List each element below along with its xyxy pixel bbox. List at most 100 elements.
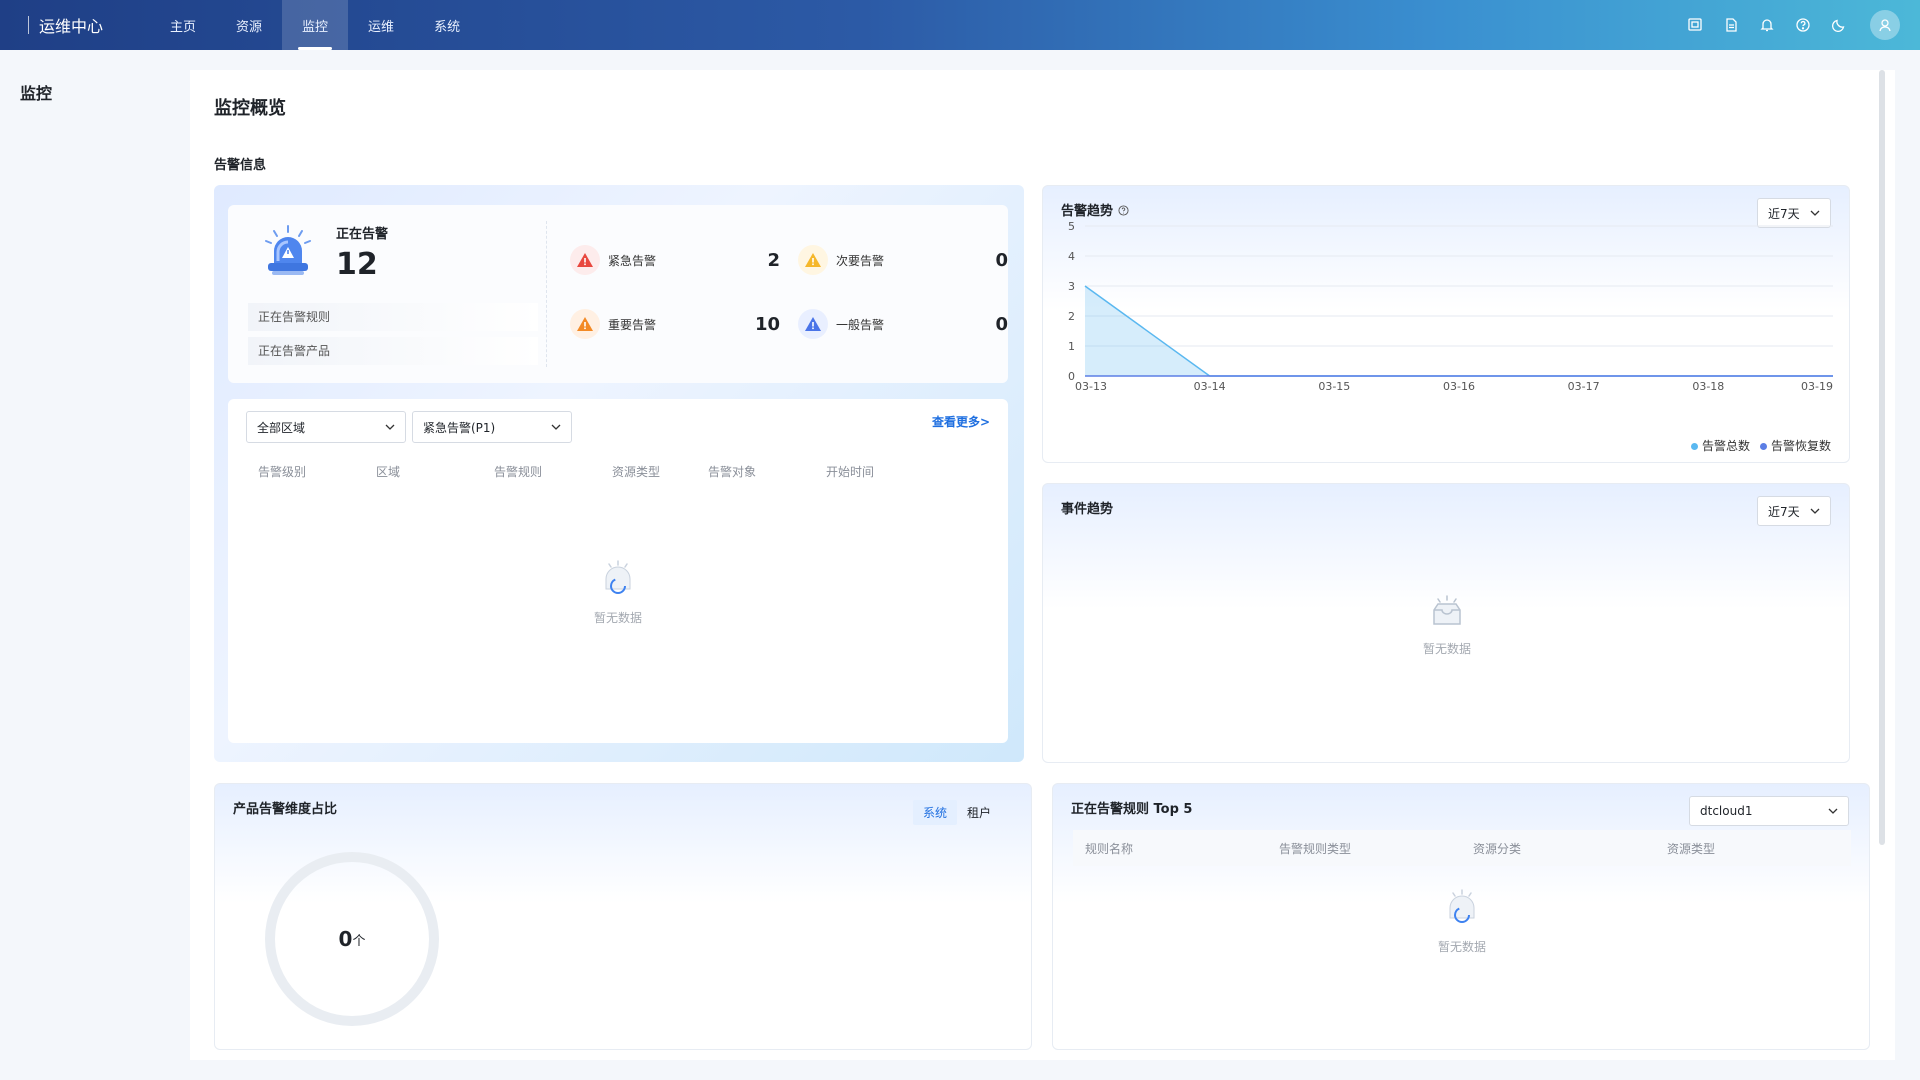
product-ratio-title: 产品告警维度占比 [233,802,338,817]
legend-label: 告警总数 [1701,439,1750,453]
empty-state: 暂无数据 [1412,888,1512,955]
product-tabs: 系统 租户 [912,800,1001,825]
tab-tenant[interactable]: 租户 [957,800,1001,825]
nav-item-resources[interactable]: 资源 [216,0,282,50]
column-header: 告警级别 [258,465,307,479]
legend-item-recovered[interactable]: 告警恢复数 [1759,437,1831,454]
nav-label: 主页 [170,19,197,35]
column-header: 资源类型 [612,465,661,479]
level-major[interactable]: 重要告警 10 [570,309,780,339]
active-alarm-label: 正在告警 [336,227,389,242]
empty-text: 暂无数据 [1422,642,1471,656]
help-icon[interactable] [1792,14,1814,36]
view-more-link[interactable]: 查看更多> [932,413,990,430]
alarm-overview-card: 正在告警 12 正在告警规则 正在告警产品 紧急告警 2 次要告警 0 重要告警… [214,185,1024,762]
top-bar: 运维中心 主页 资源 监控 运维 系统 [0,0,1920,50]
region-select[interactable]: 全部区域 [246,411,406,443]
y-tick-label: 3 [1068,280,1075,293]
level-name: 紧急告警 [608,253,657,268]
column-header: 告警规则 [494,465,543,479]
level-value: 0 [995,249,1008,271]
empty-text: 暂无数据 [593,611,642,625]
sidebar-title: 监控 [20,84,53,103]
scrollbar[interactable] [1879,70,1885,845]
user-avatar[interactable] [1870,10,1900,40]
alarm-list: 全部区域 紧急告警(P1) 查看更多> 告警级别 区域 告警规则 资源类型 告警… [228,399,1008,743]
moon-icon[interactable] [1828,14,1850,36]
x-tick-label: 03-13 [1075,380,1107,393]
series-area [1085,286,1833,376]
level-select[interactable]: 紧急告警(P1) [412,411,572,443]
donut-chart: 0个 [265,852,439,1026]
cluster-select[interactable]: dtcloud1 [1689,796,1849,826]
document-icon[interactable] [1720,14,1742,36]
chevron-down-icon [551,424,561,430]
nav-item-home[interactable]: 主页 [150,0,216,50]
active-products-link[interactable]: 正在告警产品 [248,337,538,365]
select-value: dtcloud1 [1700,804,1753,818]
x-tick-label: 03-15 [1318,380,1350,393]
level-name: 重要告警 [608,317,657,332]
screen-icon[interactable] [1684,14,1706,36]
level-name: 次要告警 [836,253,885,268]
nav-label: 运维 [368,19,395,35]
main-nav: 主页 资源 监控 运维 系统 [150,0,480,50]
empty-state: 暂无数据 [568,559,668,626]
user-icon [1879,19,1891,32]
y-tick-label: 5 [1068,220,1075,233]
empty-box-icon [1433,595,1461,625]
alarm-summary: 正在告警 12 正在告警规则 正在告警产品 紧急告警 2 次要告警 0 重要告警… [228,205,1008,383]
nav-label: 系统 [434,19,461,35]
y-tick-label: 4 [1068,250,1075,263]
column-header: 规则名称 [1085,842,1134,856]
nav-label: 资源 [236,19,263,35]
loading-icon [605,560,631,594]
active-rules-link[interactable]: 正在告警规则 [248,303,538,331]
nav-label: 监控 [302,19,329,35]
brand[interactable]: 运维中心 [28,0,103,50]
section-title-alarm-info: 告警信息 [214,158,267,173]
x-tick-label: 03-17 [1568,380,1600,393]
nav-item-monitor[interactable]: 监控 [282,0,349,50]
x-tick-label: 03-19 [1801,380,1833,393]
nav-item-ops[interactable]: 运维 [348,0,414,50]
empty-text: 暂无数据 [1437,940,1486,954]
event-trend-card: 事件趋势 近7天 暂无数据 [1042,483,1850,763]
chevron-down-icon [1828,808,1838,814]
level-critical[interactable]: 紧急告警 2 [570,245,780,275]
column-header: 区域 [376,465,401,479]
warning-triangle-icon [570,245,600,275]
legend-label: 告警恢复数 [1770,439,1831,453]
main-panel: 监控概览 告警信息 正在告警 12 正在告警规则 正在告警产品 紧急告警 2 次… [190,70,1895,1060]
level-value: 10 [754,313,780,335]
level-normal[interactable]: 一般告警 0 [798,309,1008,339]
table-header: 规则名称 告警规则类型 资源分类 资源类型 [1073,830,1851,866]
column-header: 资源分类 [1473,842,1522,856]
column-header: 开始时间 [826,465,875,479]
bell-icon[interactable] [1756,14,1778,36]
empty-state: 暂无数据 [1397,594,1497,657]
event-trend-title: 事件趋势 [1061,502,1114,517]
column-header: 告警对象 [708,465,757,479]
level-value: 2 [767,249,780,271]
nav-item-system[interactable]: 系统 [414,0,480,50]
product-ratio-card: 产品告警维度占比 系统 租户 0个 [214,783,1032,1050]
top5-rules-card: 正在告警规则 Top 5 dtcloud1 规则名称 告警规则类型 资源分类 资… [1052,783,1870,1050]
top5-title: 正在告警规则 Top 5 [1071,802,1193,817]
event-period-select[interactable]: 近7天 [1757,496,1831,526]
legend-item-total[interactable]: 告警总数 [1690,437,1750,454]
y-tick-label: 0 [1068,370,1075,383]
loading-icon [1449,889,1475,923]
tab-system[interactable]: 系统 [912,800,957,825]
chevron-down-icon [385,424,395,430]
chart-legend: 告警总数 告警恢复数 [1690,437,1831,454]
siren-icon [265,225,311,275]
level-minor[interactable]: 次要告警 0 [798,245,1008,275]
select-value: 紧急告警(P1) [423,420,496,435]
select-value: 全部区域 [257,420,306,435]
x-tick-label: 03-16 [1443,380,1475,393]
warning-triangle-icon [798,245,828,275]
page-title: 监控概览 [214,98,286,119]
top-actions [1684,0,1900,50]
donut-unit: 个 [352,933,366,949]
